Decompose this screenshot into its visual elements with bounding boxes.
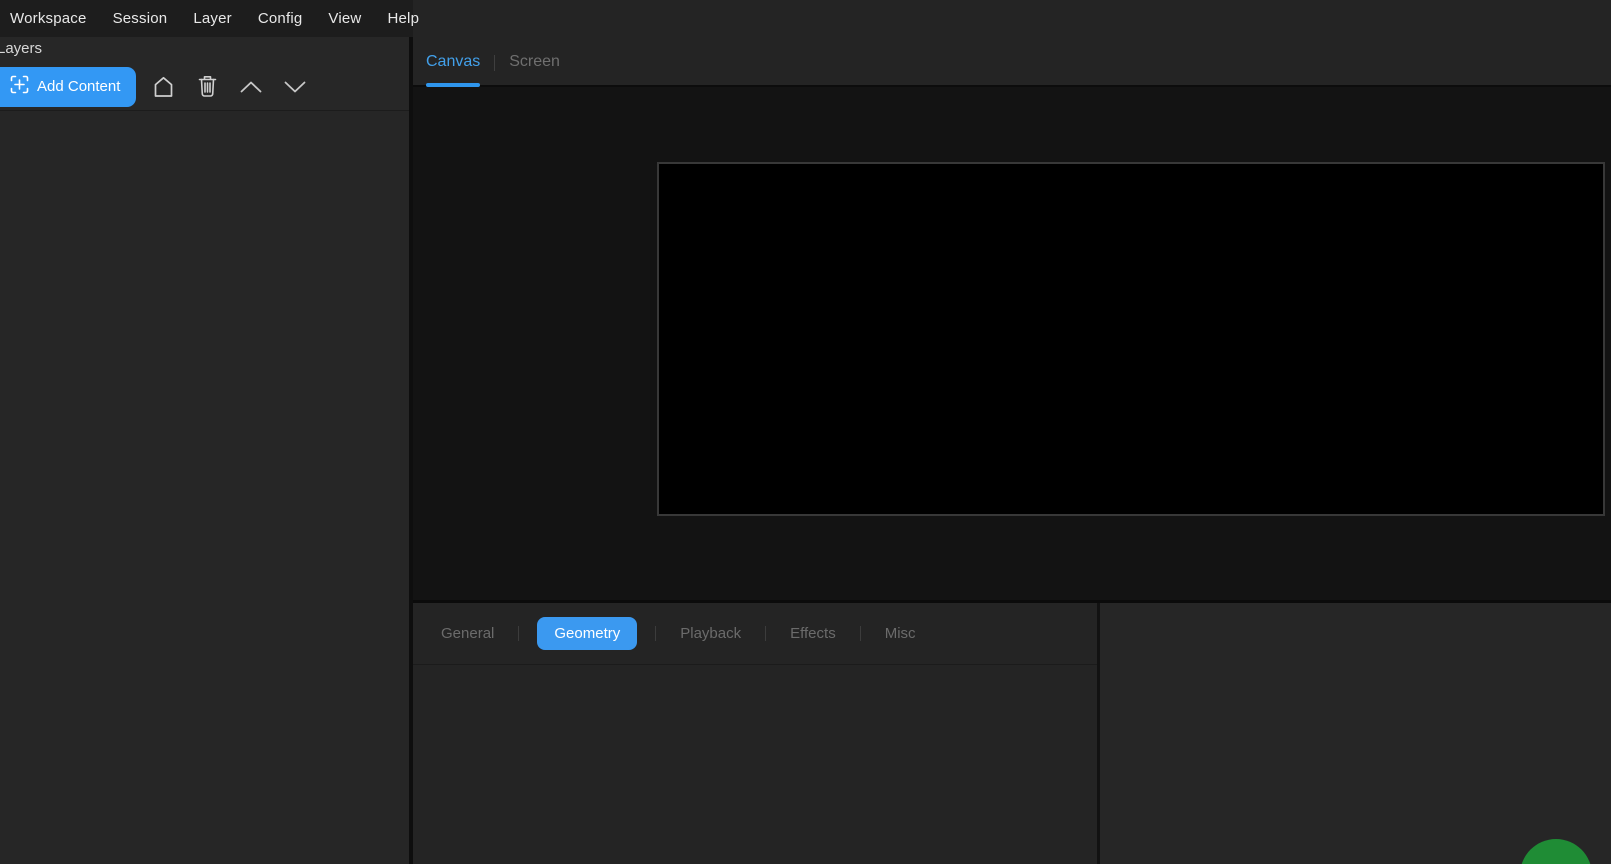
tab-separator: [494, 55, 495, 71]
tab-separator: [765, 626, 766, 641]
tab-canvas-label: Canvas: [426, 53, 480, 70]
menu-session[interactable]: Session: [113, 10, 168, 27]
menu-view[interactable]: View: [328, 10, 361, 27]
menu-workspace[interactable]: Workspace: [10, 10, 87, 27]
layers-toolbar: Add Content: [0, 63, 409, 110]
move-layer-up-button[interactable]: [234, 70, 268, 104]
tab-separator: [655, 626, 656, 641]
app-window: Workspace Session Layer Config View Help…: [0, 0, 1611, 864]
tab-geometry[interactable]: Geometry: [537, 617, 637, 650]
layers-panel-title: Layers: [0, 40, 42, 57]
layers-list-empty: [0, 111, 409, 864]
properties-tabrow: General Geometry Playback Effects Misc: [413, 603, 1097, 665]
menu-layer[interactable]: Layer: [193, 10, 232, 27]
output-screen-preview[interactable]: [657, 162, 1605, 516]
menu-config[interactable]: Config: [258, 10, 303, 27]
chevron-down-icon: [284, 81, 306, 93]
menubar: Workspace Session Layer Config View Help: [0, 0, 1611, 37]
bottom-right-panel: [1100, 603, 1611, 864]
chevron-up-icon: [240, 81, 262, 93]
tab-misc[interactable]: Misc: [879, 617, 922, 650]
main-area: Canvas Screen General Geometry Playback: [413, 0, 1611, 864]
tab-canvas[interactable]: Canvas: [426, 53, 480, 75]
layers-sidebar: Layers Add Content: [0, 37, 409, 864]
add-content-label: Add Content: [37, 78, 120, 95]
active-tab-underline: [426, 83, 480, 87]
tab-effects[interactable]: Effects: [784, 617, 842, 650]
tab-separator: [518, 626, 519, 641]
viewer-tabs: Canvas Screen: [426, 53, 560, 75]
delete-button[interactable]: [190, 70, 224, 104]
trash-icon: [198, 75, 217, 98]
properties-panel: General Geometry Playback Effects Misc: [413, 603, 1097, 864]
tab-playback[interactable]: Playback: [674, 617, 747, 650]
menu-help[interactable]: Help: [387, 10, 419, 27]
move-layer-down-button[interactable]: [278, 70, 312, 104]
tab-general[interactable]: General: [435, 617, 500, 650]
tab-separator: [860, 626, 861, 641]
tab-screen-label: Screen: [509, 53, 560, 70]
play-button[interactable]: [1520, 839, 1592, 864]
canvas-viewport[interactable]: [413, 89, 1611, 600]
home-icon: [153, 76, 174, 98]
tab-screen[interactable]: Screen: [509, 53, 560, 75]
home-button[interactable]: [146, 70, 180, 104]
add-content-icon: [10, 75, 29, 98]
add-content-button[interactable]: Add Content: [0, 67, 136, 107]
